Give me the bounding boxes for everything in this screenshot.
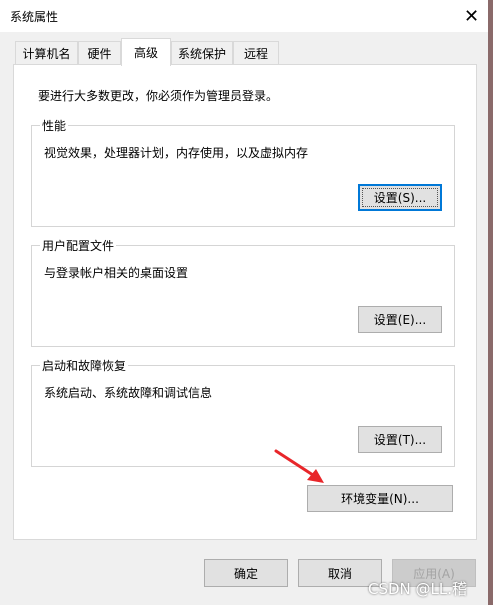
tab-hardware[interactable]: 硬件 bbox=[78, 41, 121, 65]
startup-recovery-group: 启动和故障恢复 系统启动、系统故障和调试信息 设置(T)... bbox=[31, 357, 455, 467]
close-button[interactable]: ✕ bbox=[450, 0, 493, 32]
tab-advanced[interactable]: 高级 bbox=[121, 38, 171, 66]
performance-desc: 视觉效果，处理器计划，内存使用，以及虚拟内存 bbox=[44, 146, 309, 160]
startup-recovery-title: 启动和故障恢复 bbox=[40, 357, 129, 374]
tab-computer-name[interactable]: 计算机名 bbox=[15, 41, 78, 65]
background-edge bbox=[488, 0, 493, 605]
admin-notice: 要进行大多数更改，你必须作为管理员登录。 bbox=[38, 89, 279, 103]
tab-system-protection[interactable]: 系统保护 bbox=[171, 41, 233, 65]
watermark: CSDN @LL.稽 bbox=[368, 580, 468, 598]
startup-recovery-desc: 系统启动、系统故障和调试信息 bbox=[44, 386, 213, 400]
performance-settings-button[interactable]: 设置(S)... bbox=[358, 184, 442, 211]
red-arrow-icon bbox=[274, 449, 324, 483]
performance-title: 性能 bbox=[40, 117, 69, 134]
ok-button[interactable]: 确定 bbox=[204, 559, 288, 587]
user-profiles-settings-button[interactable]: 设置(E)... bbox=[358, 306, 442, 333]
tab-remote[interactable]: 远程 bbox=[233, 41, 279, 65]
close-icon: ✕ bbox=[463, 5, 480, 27]
performance-group: 性能 视觉效果，处理器计划，内存使用，以及虚拟内存 设置(S)... bbox=[31, 117, 455, 227]
user-profiles-group: 用户配置文件 与登录帐户相关的桌面设置 设置(E)... bbox=[31, 237, 455, 347]
user-profiles-desc: 与登录帐户相关的桌面设置 bbox=[44, 266, 189, 280]
window-title: 系统属性 bbox=[10, 10, 59, 24]
startup-recovery-settings-button[interactable]: 设置(T)... bbox=[358, 426, 442, 453]
environment-variables-button[interactable]: 环境变量(N)... bbox=[307, 485, 453, 512]
user-profiles-title: 用户配置文件 bbox=[40, 237, 117, 254]
title-bar: 系统属性 ✕ bbox=[0, 0, 493, 32]
advanced-tab-pane: 要进行大多数更改，你必须作为管理员登录。 性能 视觉效果，处理器计划，内存使用，… bbox=[13, 64, 477, 540]
